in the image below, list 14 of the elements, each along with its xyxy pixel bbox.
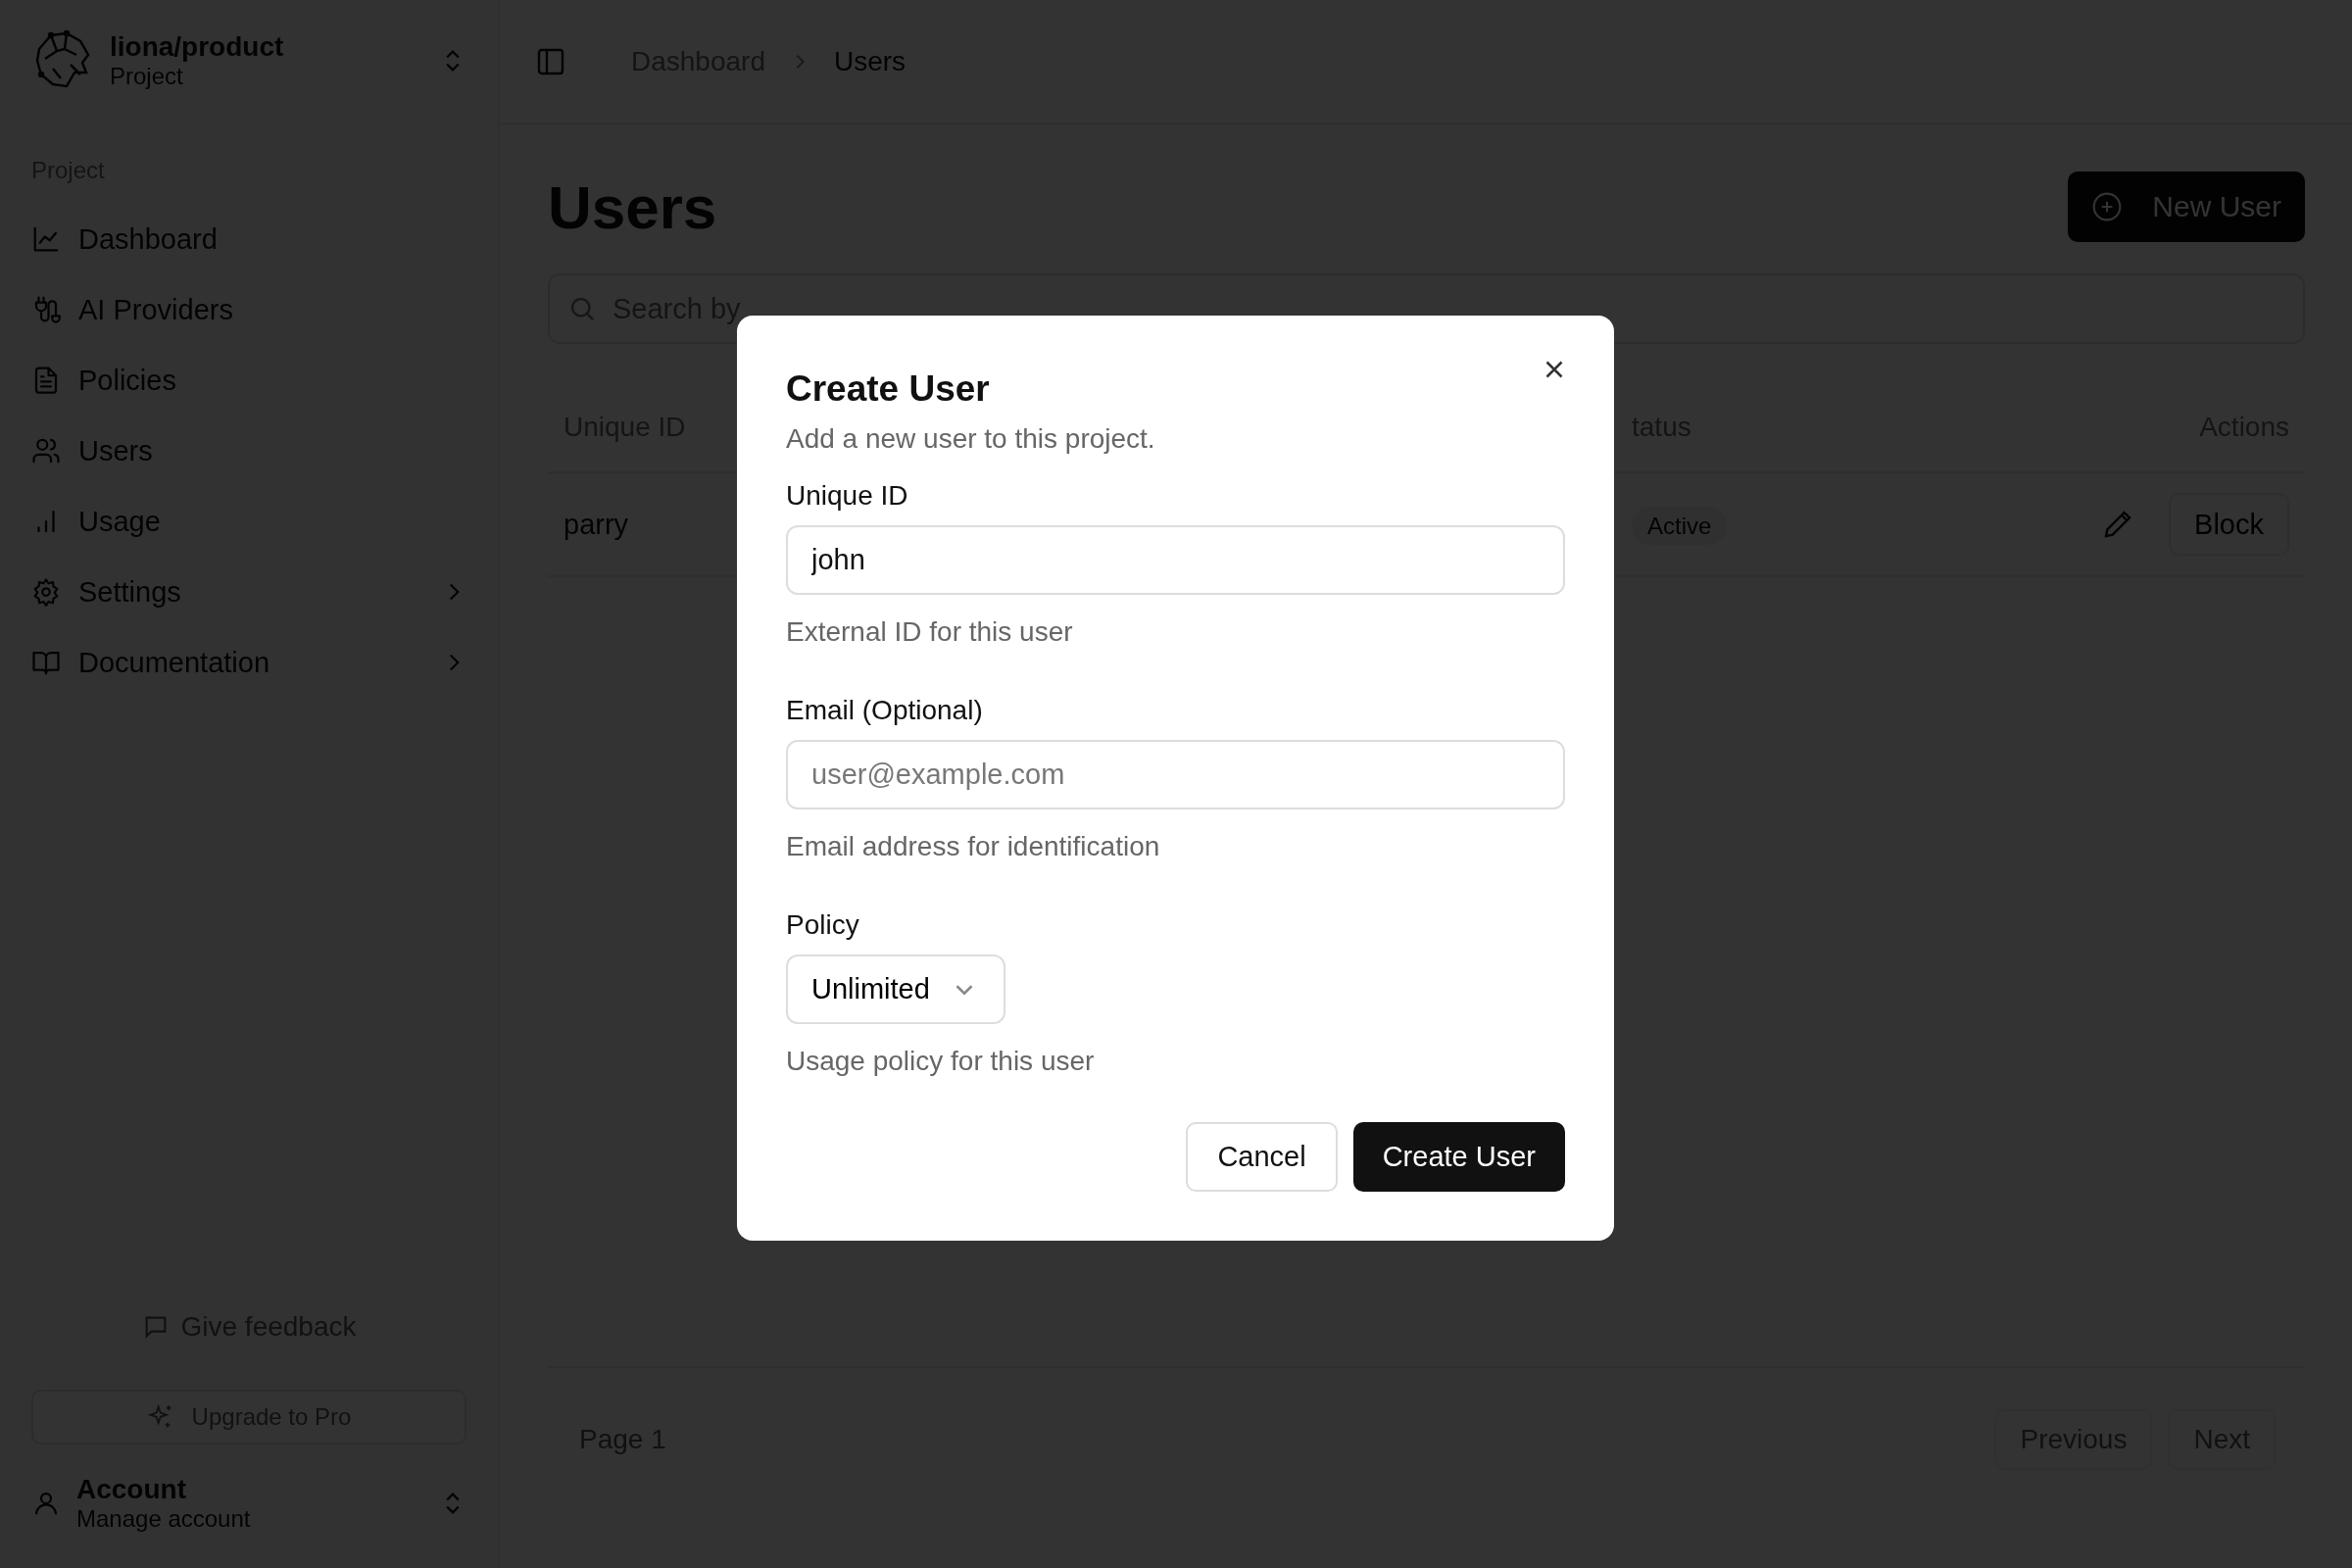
input-field[interactable]: user@example.com (786, 740, 1565, 809)
dialog-subtitle: Add a new user to this project. (786, 423, 1156, 455)
field-help-text: External ID for this user (786, 616, 1074, 648)
field-help-text: Email address for identification (786, 831, 1161, 862)
create-user-button[interactable]: Create User (1352, 1122, 1565, 1192)
input-field[interactable]: john (786, 525, 1565, 595)
policy-dropdown[interactable]: Unlimited (786, 955, 1005, 1024)
cancel-button[interactable]: Cancel (1186, 1122, 1338, 1192)
dialog-title: Create User (786, 368, 991, 410)
chevron-down-icon (955, 984, 973, 995)
field-label: Unique ID (786, 480, 909, 512)
field-label: Policy (786, 909, 860, 941)
field-label: Email (Optional) (786, 695, 984, 726)
field-help-text: Usage policy for this user (786, 1046, 1096, 1077)
